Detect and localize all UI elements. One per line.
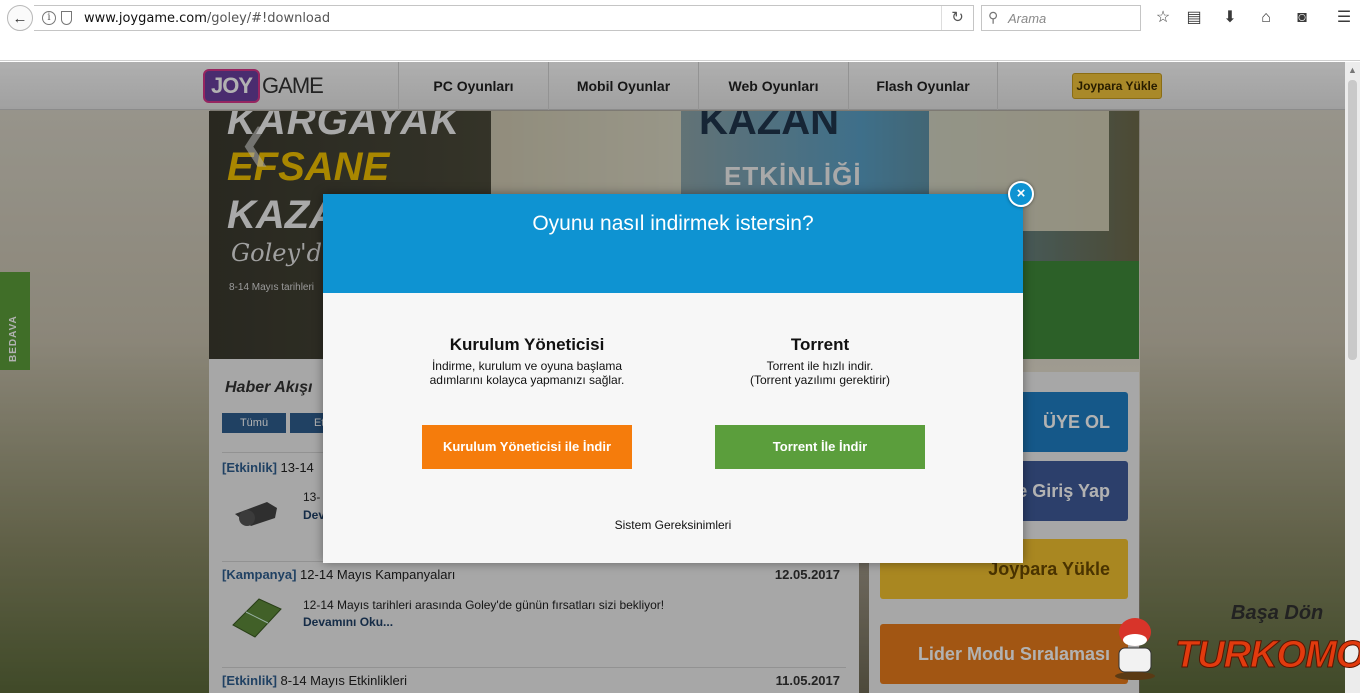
system-requirements-link[interactable]: Sistem Gereksinimleri [323,518,1023,532]
torrent-description: Torrent ile hızlı indir. (Torrent yazılı… [749,359,891,387]
bookmark-star-icon[interactable]: ☆ [1152,7,1174,29]
turkomo-watermark[interactable]: Başa Dön TURKOMO [1105,600,1360,690]
installer-description: İndirme, kurulum ve oyuna başlama adımla… [429,359,625,387]
menu-icon[interactable]: ☰ [1333,7,1355,29]
close-icon[interactable]: × [1008,181,1034,207]
search-icon: ⚲ [988,9,999,25]
address-bar[interactable]: i www.joygame.com/goley/#!download ↻ [34,5,974,31]
torrent-download-button[interactable]: Torrent İle İndir [715,425,925,469]
installer-title: Kurulum Yöneticisi [449,335,605,354]
arrow-left-icon: ← [12,9,28,27]
page-scrollbar[interactable]: ▲ [1345,62,1360,693]
pocket-icon[interactable]: ◙ [1291,7,1313,29]
watermark-brand: TURKOMO [1174,634,1360,677]
home-icon[interactable]: ⌂ [1255,7,1277,29]
url-text[interactable]: www.joygame.com/goley/#!download [84,11,330,26]
download-modal: Oyunu nasıl indirmek istersin? Kurulum Y… [323,194,1023,563]
scrollbar-thumb[interactable] [1348,80,1357,360]
search-bar[interactable]: ⚲ Arama [981,5,1141,31]
browser-toolbar: ← i www.joygame.com/goley/#!download ↻ ⚲… [0,0,1360,61]
scroll-up-icon[interactable]: ▲ [1348,65,1357,75]
shield-icon[interactable] [61,11,72,25]
reload-button[interactable]: ↻ [941,6,973,30]
search-placeholder: Arama [1008,11,1047,26]
torrent-title: Torrent [790,335,850,354]
mascot-logo [1115,618,1155,680]
back-button[interactable]: ← [7,5,33,31]
info-icon[interactable]: i [42,11,56,25]
modal-title: Oyunu nasıl indirmek istersin? [532,212,814,235]
modal-header: Oyunu nasıl indirmek istersin? [323,194,1023,293]
installer-download-button[interactable]: Kurulum Yöneticisi ile İndir [422,425,632,469]
back-to-top-text: Başa Dön [1231,602,1324,624]
download-icon[interactable]: ⬇ [1219,7,1241,29]
reading-list-icon[interactable]: ▤ [1183,7,1205,29]
